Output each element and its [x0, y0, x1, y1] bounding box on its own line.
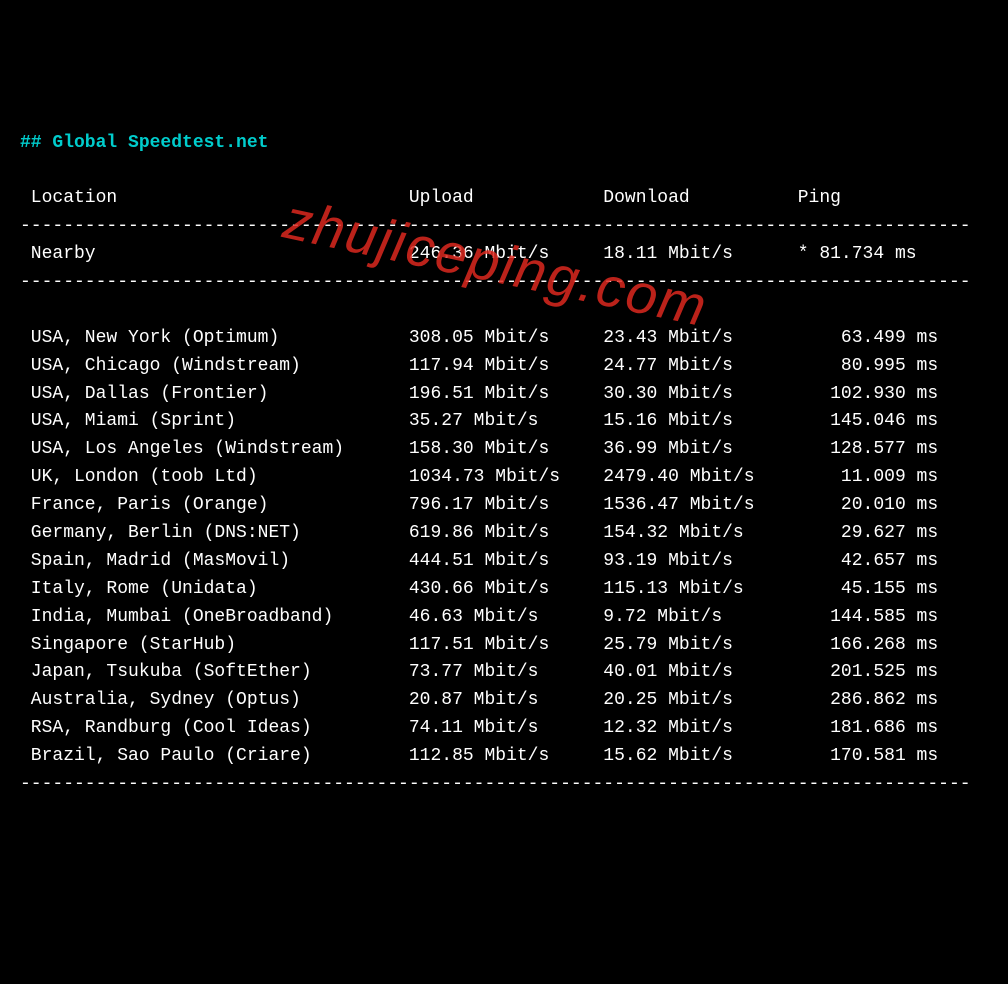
table-row: Singapore (StarHub) 117.51 Mbit/s 25.79 … — [20, 635, 938, 655]
table-row: Spain, Madrid (MasMovil) 444.51 Mbit/s 9… — [20, 551, 938, 571]
table-row: RSA, Randburg (Cool Ideas) 74.11 Mbit/s … — [20, 718, 938, 738]
table-row: USA, Dallas (Frontier) 196.51 Mbit/s 30.… — [20, 384, 938, 404]
table-row: Germany, Berlin (DNS:NET) 619.86 Mbit/s … — [20, 523, 938, 543]
table-row: USA, New York (Optimum) 308.05 Mbit/s 23… — [20, 328, 938, 348]
nearby-row: Nearby 246.36 Mbit/s 18.11 Mbit/s * 81.7… — [20, 244, 917, 264]
table-row: Australia, Sydney (Optus) 20.87 Mbit/s 2… — [20, 690, 938, 710]
table-row: USA, Los Angeles (Windstream) 158.30 Mbi… — [20, 439, 938, 459]
table-row: UK, London (toob Ltd) 1034.73 Mbit/s 247… — [20, 467, 938, 487]
separator-line: ----------------------------------------… — [20, 272, 971, 292]
table-row: Italy, Rome (Unidata) 430.66 Mbit/s 115.… — [20, 579, 938, 599]
separator-line: ----------------------------------------… — [20, 216, 971, 236]
terminal-output: ## Global Speedtest.net Location Upload … — [20, 130, 988, 799]
table-row: Brazil, Sao Paulo (Criare) 112.85 Mbit/s… — [20, 746, 938, 766]
section-title: ## Global Speedtest.net — [20, 133, 268, 153]
table-row: India, Mumbai (OneBroadband) 46.63 Mbit/… — [20, 607, 938, 627]
table-row: USA, Miami (Sprint) 35.27 Mbit/s 15.16 M… — [20, 411, 938, 431]
table-row: USA, Chicago (Windstream) 117.94 Mbit/s … — [20, 356, 938, 376]
separator-line: ----------------------------------------… — [20, 774, 971, 794]
column-headers: Location Upload Download Ping — [20, 188, 841, 208]
table-row: Japan, Tsukuba (SoftEther) 73.77 Mbit/s … — [20, 662, 938, 682]
table-row: France, Paris (Orange) 796.17 Mbit/s 153… — [20, 495, 938, 515]
